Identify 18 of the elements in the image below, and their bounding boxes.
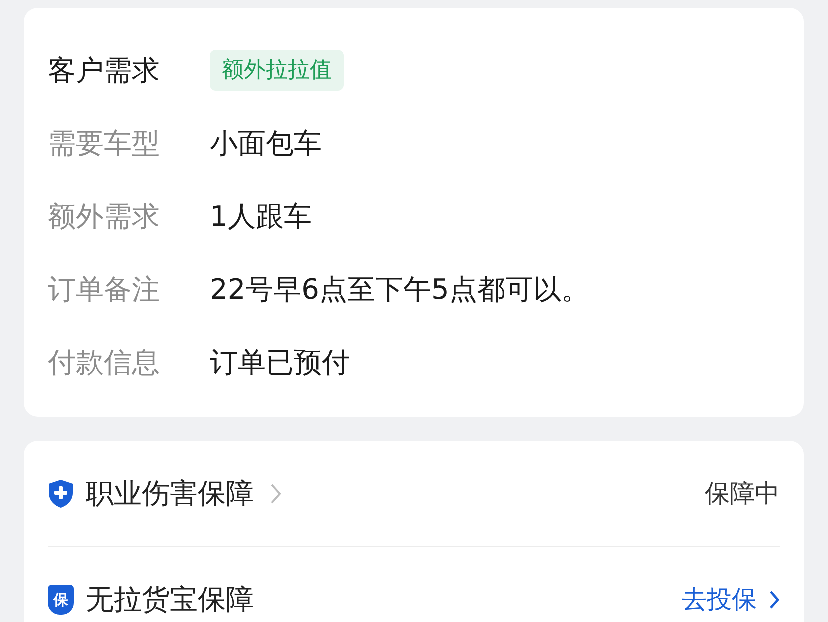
shield-icon: 保 — [48, 585, 74, 615]
shield-plus-icon — [48, 478, 74, 508]
field-value: 小面包车 — [210, 126, 322, 162]
field-value: 订单已预付 — [210, 344, 350, 380]
chevron-right-icon[interactable] — [270, 482, 282, 504]
field-label: 订单备注 — [48, 272, 161, 308]
field-value: 1人跟车 — [210, 198, 312, 234]
chevron-right-icon — [769, 590, 780, 610]
field-label: 额外需求 — [48, 198, 161, 234]
protection-title[interactable]: 无拉货宝保障 — [86, 579, 254, 621]
field-value: 22号早6点至下午5点都可以。 — [210, 272, 590, 308]
protection-title[interactable]: 职业伤害保障 — [86, 472, 254, 514]
field-label: 客户需求 — [48, 52, 161, 88]
insure-link[interactable]: 去投保 — [682, 581, 780, 619]
field-label: 付款信息 — [48, 344, 161, 380]
requirement-tag: 额外拉拉值 — [210, 50, 344, 91]
status-text: 保障中 — [705, 478, 780, 510]
field-label: 需要车型 — [48, 126, 161, 162]
